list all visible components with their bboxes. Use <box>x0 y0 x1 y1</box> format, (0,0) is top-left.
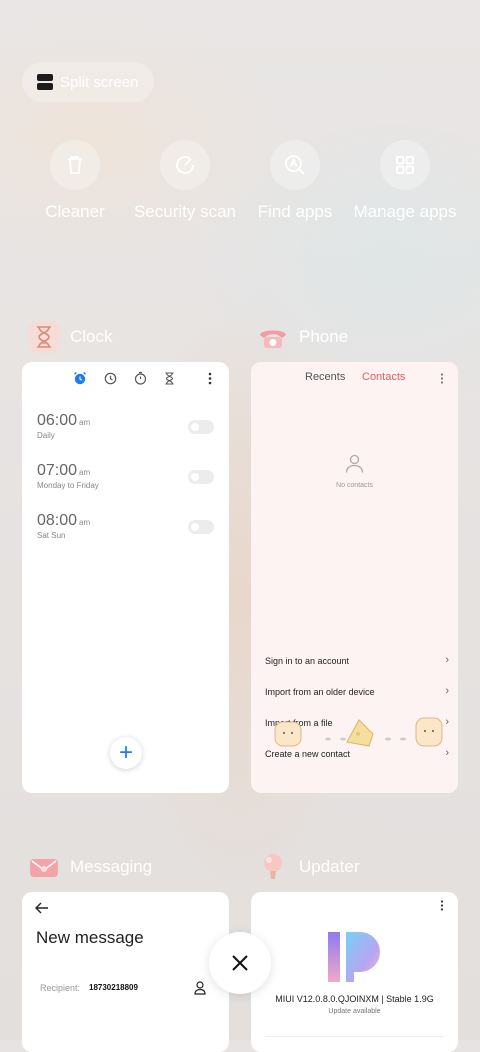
chevron-right-icon: › <box>445 654 449 666</box>
alarm-icon[interactable] <box>73 371 87 385</box>
chevron-right-icon: › <box>445 685 449 697</box>
find-apps-icon <box>270 140 320 190</box>
cleaner-label: Cleaner <box>45 202 105 221</box>
tab-recents[interactable]: Recents <box>305 371 345 383</box>
hourglass-icon <box>28 321 60 353</box>
timer-icon[interactable] <box>164 372 175 385</box>
alarm-ampm: am <box>79 418 91 427</box>
envelope-icon <box>28 851 60 883</box>
updater-app-name: Updater <box>299 857 360 876</box>
alarm-toggle[interactable] <box>188 470 214 484</box>
tab-contacts[interactable]: Contacts <box>362 371 405 383</box>
divider <box>265 1036 444 1037</box>
add-alarm-button[interactable]: + <box>110 737 142 769</box>
security-scan-icon <box>160 140 210 190</box>
alarm-repeat: Monday to Friday <box>37 481 99 490</box>
new-message-title: New message <box>36 928 144 947</box>
stopwatch-icon[interactable] <box>134 371 147 385</box>
version-text: MIUI V12.0.8.0.QJOINXM | Stable 1.9G <box>275 994 434 1004</box>
alarm-repeat: Sat Sun <box>37 531 66 540</box>
alarm-toggle[interactable] <box>188 420 214 434</box>
quick-actions: Cleaner Security scan Find apps Manage a… <box>20 140 460 222</box>
recipient-label: Recipient: <box>40 983 81 993</box>
phone-app-card[interactable]: Recents Contacts No contacts Sign in to … <box>251 362 458 793</box>
split-screen-button[interactable]: Split screen <box>22 62 154 102</box>
find-apps-label: Find apps <box>257 202 333 221</box>
alarm-time: 07:00 <box>37 462 78 479</box>
phone-app-header: Phone <box>257 321 348 353</box>
trash-icon <box>50 140 100 190</box>
empty-contacts-text: No contacts <box>336 482 373 489</box>
messaging-app-name: Messaging <box>70 857 153 876</box>
find-apps-button[interactable]: Find apps <box>240 140 350 222</box>
more-options-icon[interactable] <box>208 372 212 385</box>
clock-app-name: Clock <box>70 327 113 346</box>
option-label: Sign in to an account <box>265 656 350 666</box>
phone-app-name: Phone <box>299 327 349 346</box>
alarm-ampm: am <box>79 518 91 527</box>
alarm-item[interactable]: 08:00 am Sat Sun <box>37 512 90 540</box>
alarm-repeat: Daily <box>37 431 55 440</box>
option-import-older-device[interactable]: Import from an older device › <box>265 685 449 697</box>
security-scan-label: Security scan <box>133 202 237 221</box>
toast-cheese-illustration <box>274 717 443 747</box>
alarm-toggle[interactable] <box>188 520 214 534</box>
alarm-time: 06:00 <box>37 412 78 429</box>
security-scan-button[interactable]: Security scan <box>130 140 240 222</box>
updater-app-card[interactable]: MIUI V12.0.8.0.QJOINXM | Stable 1.9G Upd… <box>251 892 458 1052</box>
alarm-time: 08:00 <box>37 512 78 529</box>
more-options-icon[interactable] <box>440 373 444 384</box>
back-arrow-icon[interactable] <box>35 902 49 914</box>
alarm-ampm: am <box>79 468 91 477</box>
alarm-item[interactable]: 06:00 am Daily <box>37 412 90 440</box>
recipient-field[interactable]: 18730218809 <box>89 983 138 992</box>
clock-app-card[interactable]: 06:00 am Daily 07:00 am Monday to Friday 0… <box>22 362 229 793</box>
balloon-icon <box>257 851 289 883</box>
split-screen-icon <box>37 74 53 90</box>
messaging-app-header: Messaging <box>28 851 152 883</box>
manage-apps-label: Manage apps <box>353 202 457 221</box>
clock-app-header: Clock <box>28 321 113 353</box>
world-clock-icon[interactable] <box>104 372 117 385</box>
updater-app-header: Updater <box>257 851 359 883</box>
option-label: Import from an older device <box>265 687 375 697</box>
close-all-button[interactable] <box>209 932 271 994</box>
contact-picker-icon[interactable] <box>194 981 206 995</box>
phone-icon <box>257 321 289 353</box>
more-options-icon[interactable] <box>440 900 444 911</box>
grid-icon <box>380 140 430 190</box>
split-screen-label: Split screen <box>60 73 139 91</box>
messaging-app-card[interactable]: New message Recipient: 18730218809 <box>22 892 229 1052</box>
manage-apps-button[interactable]: Manage apps <box>350 140 460 222</box>
person-icon <box>345 454 364 473</box>
miui-12-logo-icon <box>328 932 380 982</box>
alarm-item[interactable]: 07:00 am Monday to Friday <box>37 462 99 490</box>
plus-icon: + <box>118 739 133 766</box>
option-sign-in[interactable]: Sign in to an account › <box>265 654 449 666</box>
update-status-text: Update available <box>328 1008 381 1015</box>
cleaner-button[interactable]: Cleaner <box>20 140 130 222</box>
close-icon <box>232 955 248 971</box>
